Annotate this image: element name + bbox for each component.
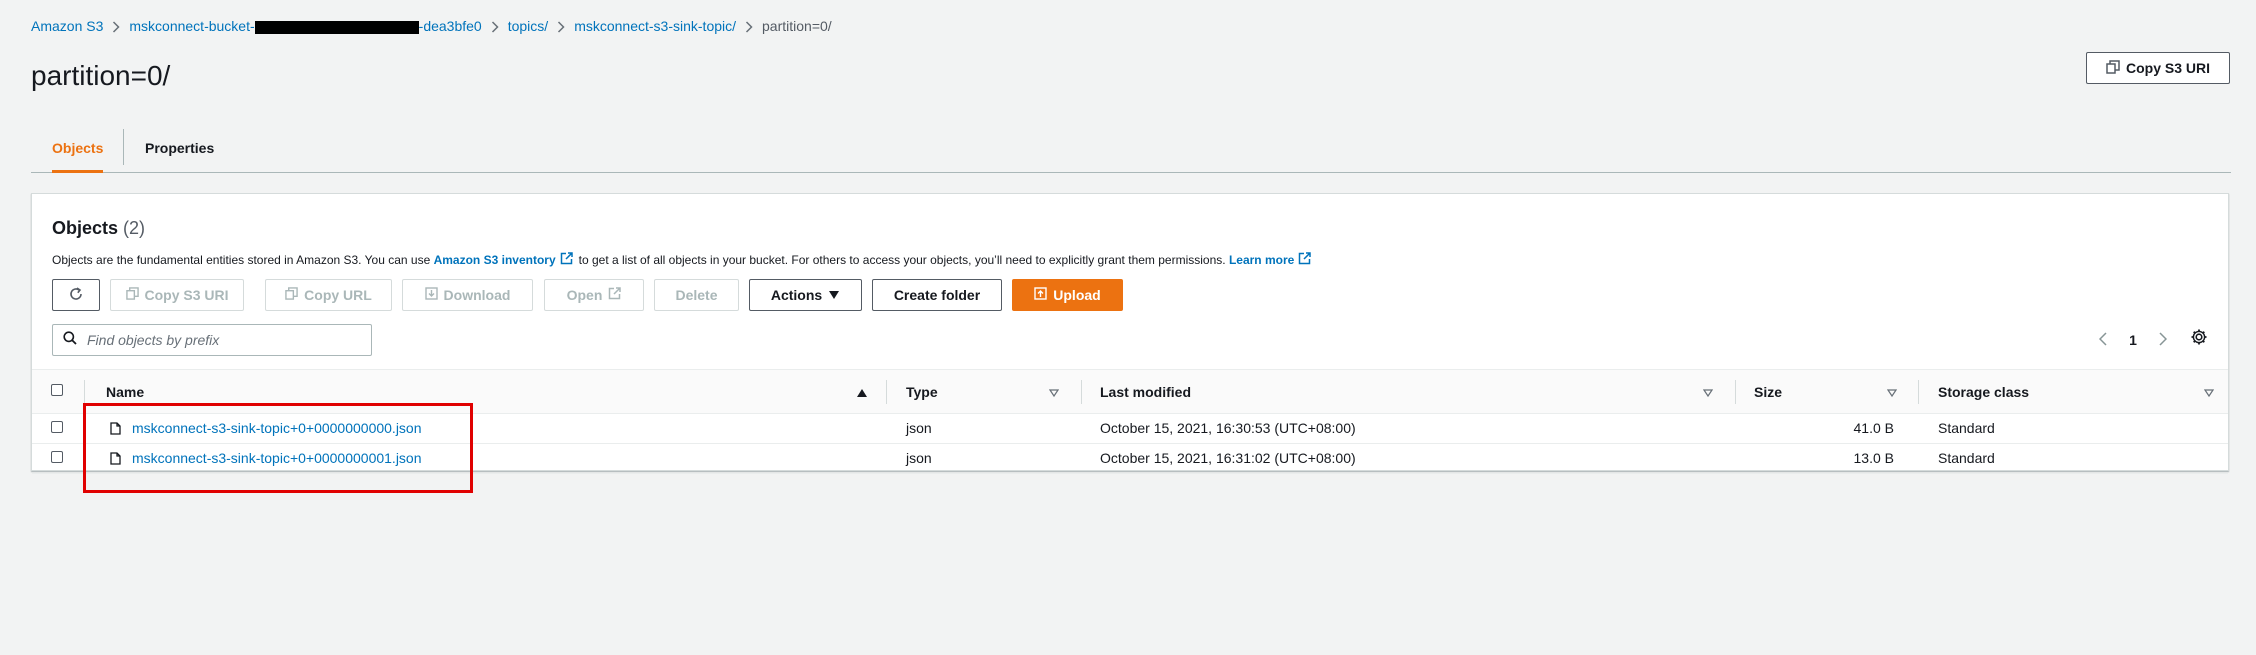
column-separator (1081, 380, 1082, 404)
upload-label: Upload (1053, 287, 1101, 303)
external-link-icon (1298, 252, 1312, 268)
open-label: Open (566, 287, 603, 303)
tab-properties-label: Properties (145, 139, 215, 156)
tab-divider (123, 129, 124, 165)
learn-more-link[interactable]: Learn more (1229, 253, 1294, 267)
object-storage-class: Standard (1938, 420, 1995, 436)
upload-icon (1034, 287, 1047, 303)
search-icon (53, 330, 85, 350)
objects-description: Objects are the fundamental entities sto… (52, 252, 1317, 268)
open-button[interactable]: Open (544, 279, 644, 311)
inventory-link[interactable]: Amazon S3 inventory (434, 253, 556, 267)
copy-icon (2106, 59, 2120, 77)
tab-objects-label: Objects (52, 139, 104, 156)
external-link-icon (608, 287, 622, 303)
pagination: 1 (2088, 324, 2178, 356)
objects-title: Objects (52, 218, 119, 238)
tab-properties[interactable]: Properties (145, 123, 214, 172)
breadcrumb-topic[interactable]: mskconnect-s3-sink-topic/ (574, 18, 736, 34)
sort-icon[interactable] (1886, 385, 1898, 403)
delete-label: Delete (675, 287, 718, 303)
create-folder-button[interactable]: Create folder (872, 279, 1002, 311)
actions-label: Actions (770, 287, 823, 303)
search-input[interactable] (85, 331, 359, 349)
copy-s3-uri-toolbar-label: Copy S3 URI (144, 287, 229, 303)
refresh-button[interactable] (52, 279, 100, 311)
create-folder-label: Create folder (893, 287, 981, 303)
object-last-modified: October 15, 2021, 16:30:53 (UTC+08:00) (1100, 420, 1356, 436)
tab-objects[interactable]: Objects (52, 123, 104, 173)
object-last-modified: October 15, 2021, 16:31:02 (UTC+08:00) (1100, 450, 1356, 466)
column-separator (1918, 380, 1919, 404)
breadcrumb-amazon-s3[interactable]: Amazon S3 (31, 18, 103, 34)
page-title: partition=0/ (31, 60, 171, 91)
objects-header: Objects (2) (52, 218, 145, 239)
object-size: 13.0 B (1853, 450, 1894, 466)
object-storage-class: Standard (1938, 450, 1995, 466)
chevron-right-icon (548, 18, 574, 34)
delete-button[interactable]: Delete (654, 279, 739, 311)
download-label: Download (443, 287, 511, 303)
bucket-name-end: -dea3bfe0 (418, 18, 482, 34)
row-checkbox[interactable] (51, 421, 63, 433)
breadcrumb-bucket[interactable]: mskconnect-bucket- -dea3bfe0 (129, 18, 481, 34)
refresh-icon (68, 286, 84, 305)
column-separator (84, 380, 85, 404)
tab-bar: Objects Properties (31, 123, 2231, 173)
prev-page-icon[interactable] (2088, 331, 2118, 349)
copy-icon (125, 287, 139, 303)
next-page-icon[interactable] (2148, 331, 2178, 349)
sort-icon[interactable] (1048, 385, 1060, 403)
column-separator (886, 380, 887, 404)
copy-s3-uri-label: Copy S3 URI (2125, 60, 2210, 76)
description-text-1: Objects are the fundamental entities sto… (52, 253, 431, 267)
select-all-checkbox[interactable] (51, 384, 63, 396)
column-header-type[interactable]: Type (906, 370, 938, 413)
chevron-right-icon (736, 18, 762, 34)
copy-s3-uri-button[interactable]: Copy S3 URI (2086, 52, 2230, 84)
highlight-box (83, 403, 473, 493)
external-link-icon (560, 252, 573, 268)
sort-icon[interactable] (1702, 385, 1714, 403)
row-checkbox[interactable] (51, 451, 63, 463)
breadcrumb-current: partition=0/ (762, 18, 832, 34)
copy-url-button[interactable]: Copy URL (265, 279, 392, 311)
column-header-last-modified[interactable]: Last modified (1100, 370, 1191, 413)
sort-ascending-icon[interactable] (856, 385, 868, 403)
breadcrumb: Amazon S3 mskconnect-bucket- -dea3bfe0 to… (31, 18, 832, 34)
sort-icon[interactable] (2203, 385, 2215, 403)
search-box (52, 324, 372, 356)
object-type: json (906, 420, 932, 436)
upload-button[interactable]: Upload (1012, 279, 1123, 311)
object-size: 41.0 B (1853, 420, 1894, 436)
copy-url-label: Copy URL (304, 287, 372, 303)
breadcrumb-topics[interactable]: topics/ (508, 18, 548, 34)
chevron-right-icon (482, 18, 508, 34)
copy-s3-uri-toolbar-button[interactable]: Copy S3 URI (110, 279, 244, 311)
download-icon (424, 287, 438, 303)
caret-down-icon (828, 287, 840, 303)
description-text-2: to get a list of all objects in your buc… (578, 253, 1226, 267)
object-type: json (906, 450, 932, 466)
download-button[interactable]: Download (402, 279, 533, 311)
page-number[interactable]: 1 (2118, 332, 2148, 348)
objects-count: (2) (123, 218, 146, 238)
bucket-name-start: mskconnect-bucket- (129, 18, 255, 34)
column-separator (1735, 380, 1736, 404)
actions-dropdown[interactable]: Actions (749, 279, 862, 311)
column-header-storage-class[interactable]: Storage class (1938, 370, 2029, 413)
redaction-bar (254, 20, 419, 34)
copy-icon (285, 287, 298, 303)
gear-icon[interactable] (2190, 328, 2208, 351)
column-header-size[interactable]: Size (1754, 370, 1782, 413)
chevron-right-icon (103, 18, 129, 34)
